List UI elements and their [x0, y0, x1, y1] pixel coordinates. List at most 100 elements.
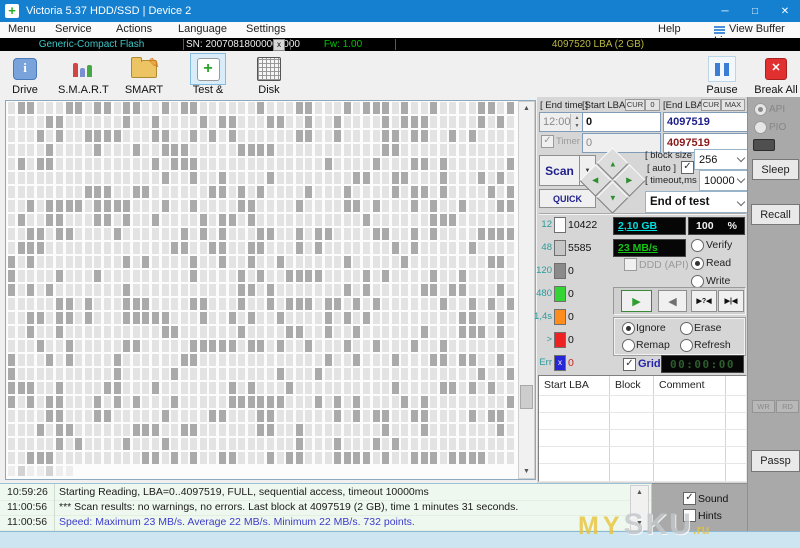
- pause-button[interactable]: Pause: [698, 54, 746, 96]
- legend-swatch: [554, 332, 566, 348]
- scroll-up-icon[interactable]: ▲: [519, 105, 534, 112]
- legend-label: 12: [541, 219, 552, 230]
- rd-button[interactable]: RD: [776, 400, 799, 413]
- app-icon: +: [5, 4, 19, 18]
- col-header-start-lba: Start LBA: [544, 379, 589, 391]
- drive-info-icon: i: [13, 58, 37, 80]
- test-panel: [ End time ] [Start LBA] CUR 0 [End LBA]…: [534, 97, 750, 483]
- percent-value: 100: [696, 220, 714, 232]
- smart-button[interactable]: S.M.A.R.T: [58, 54, 109, 96]
- auto-label: [ auto ]: [647, 163, 677, 174]
- scroll-thumb[interactable]: [520, 385, 533, 409]
- block-size-label: [ block size ]: [645, 150, 698, 161]
- end-of-test-combo[interactable]: End of test: [645, 191, 750, 213]
- row-divider: [539, 395, 746, 396]
- recall-button[interactable]: Recall: [751, 204, 800, 225]
- sleep-button[interactable]: Sleep: [752, 159, 799, 180]
- sound-checkbox[interactable]: [683, 492, 696, 505]
- legend-label: 120: [536, 265, 552, 276]
- menu-item-actions[interactable]: Actions: [116, 23, 152, 35]
- timer-checkbox[interactable]: [541, 135, 554, 148]
- end-time-value: 12:00: [543, 116, 571, 128]
- legend-label: 48: [541, 242, 552, 253]
- end-time-spinner[interactable]: 12:00 ▲ ▼: [539, 112, 585, 132]
- remap-radio[interactable]: [622, 339, 635, 352]
- defect-table[interactable]: Start LBA Block Comment: [538, 375, 747, 482]
- status-led: [753, 139, 775, 151]
- menu-item-service[interactable]: Service: [55, 23, 92, 35]
- ignore-radio[interactable]: [622, 322, 635, 335]
- side-strip: API PIO Sleep Recall WR RD Passp: [747, 97, 800, 531]
- start-lba-cur-button[interactable]: CUR: [625, 99, 645, 111]
- legend-count: 0: [568, 334, 574, 346]
- refresh-radio[interactable]: [680, 339, 693, 352]
- smart-logs-folder-icon: ✎: [131, 55, 160, 78]
- log-divider: [54, 484, 55, 531]
- scroll-up-icon[interactable]: ▲: [631, 489, 648, 496]
- row-divider: [539, 412, 746, 413]
- auto-checkbox[interactable]: [681, 161, 694, 174]
- step-back-button[interactable]: ◀: [658, 290, 687, 312]
- device-serial: SN: 20070818000000000: [186, 39, 300, 50]
- break-all-label: Break All: [754, 84, 798, 96]
- legend-swatch: [554, 263, 566, 279]
- spin-down-icon: ▼: [574, 123, 580, 129]
- wr-button[interactable]: WR: [752, 400, 775, 413]
- test-repair-selected-box: +: [190, 53, 226, 85]
- menu-item-language[interactable]: Language: [178, 23, 227, 35]
- legend-swatch: [554, 217, 566, 233]
- watermark: MYSKU.ru: [578, 508, 710, 541]
- window-title: Victoria 5.37 HDD/SSD | Device 2: [26, 5, 192, 17]
- maximize-button[interactable]: □: [740, 0, 770, 22]
- start-lba-zero-button[interactable]: 0: [645, 99, 660, 111]
- scroll-down-icon[interactable]: ▼: [519, 468, 534, 475]
- end-lba-max-button[interactable]: MAX: [721, 99, 745, 111]
- minimize-button[interactable]: ─: [710, 0, 740, 22]
- quick-button[interactable]: QUICK: [539, 189, 596, 208]
- log-panel: 10:59:26 Starting Reading, LBA=0..409751…: [0, 483, 652, 531]
- block-size-combo[interactable]: 256: [694, 149, 750, 170]
- menu-item-help[interactable]: Help: [658, 23, 681, 35]
- spin-up-icon: ▲: [574, 115, 580, 121]
- scan-button[interactable]: Scan: [539, 155, 580, 186]
- chevron-down-icon: [736, 197, 746, 207]
- legend-label: >: [546, 334, 552, 345]
- ddd-api-label: DDD (API): [639, 259, 689, 271]
- menu-item-menu[interactable]: Menu: [8, 23, 36, 35]
- log-text: Speed: Maximum 23 MB/s. Average 22 MB/s.…: [59, 516, 415, 528]
- device-info-bar: Generic-Compact Flash SN: 20070818000000…: [0, 38, 800, 51]
- play-button[interactable]: ▶: [621, 290, 652, 312]
- end-time-label: [ End time ]: [540, 100, 589, 111]
- progress-size-display: 2,10 GB: [613, 217, 686, 235]
- sound-label: Sound: [698, 493, 729, 505]
- seek-error-button[interactable]: ▶?◀: [691, 290, 717, 312]
- legend-count: 5585: [568, 242, 592, 254]
- grid-checkbox[interactable]: [623, 358, 636, 371]
- scan-surface: ▲ ▼: [5, 100, 536, 480]
- legend-label: Err: [539, 357, 552, 368]
- pio-label: PIO: [769, 122, 787, 133]
- passp-button[interactable]: Passp: [751, 450, 800, 472]
- scan-grid: [8, 102, 518, 476]
- step-forward-button[interactable]: ▶|◀: [718, 290, 744, 312]
- end-lba-label: [End LBA]: [663, 100, 706, 111]
- start-lba-input[interactable]: 0: [582, 112, 661, 132]
- serial-close-icon[interactable]: x: [273, 39, 285, 51]
- work-area: ▲ ▼ [ End time ] [Start LBA] CUR 0 [End …: [0, 97, 750, 483]
- ddd-api-checkbox[interactable]: [624, 258, 637, 271]
- close-button[interactable]: ✕: [770, 0, 800, 22]
- break-all-button[interactable]: ✕ Break All: [752, 54, 800, 96]
- timeout-combo[interactable]: 10000: [699, 170, 750, 191]
- pio-radio[interactable]: [754, 121, 767, 134]
- read-radio[interactable]: [691, 257, 704, 270]
- api-radio[interactable]: [754, 103, 767, 116]
- verify-radio[interactable]: [691, 239, 704, 252]
- end-lba-input[interactable]: 4097519: [663, 112, 748, 132]
- log-time: 11:00:56: [7, 501, 48, 513]
- legend-swatch: [554, 240, 566, 256]
- erase-radio[interactable]: [680, 322, 693, 335]
- menu-item-settings[interactable]: Settings: [246, 23, 286, 35]
- end-lba-cur-button[interactable]: CUR: [701, 99, 721, 111]
- pencil-icon: ✎: [148, 55, 160, 71]
- api-label: API: [769, 104, 786, 115]
